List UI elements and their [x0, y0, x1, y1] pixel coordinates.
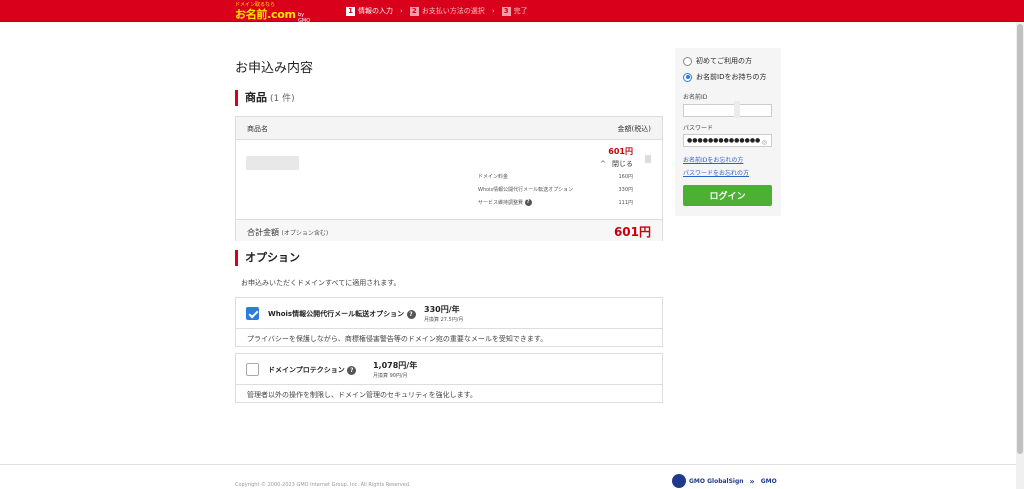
help-icon[interactable]: ? — [524, 199, 532, 206]
step-3-label: 完了 — [513, 7, 528, 15]
onamae-id-input[interactable] — [683, 104, 772, 117]
footer-divider — [0, 464, 1016, 465]
detail-label: ドメイン料金 — [478, 174, 509, 180]
logo-text: お名前.com — [235, 8, 296, 21]
onamae-id-label: お名前ID — [683, 94, 708, 101]
column-product-name: 商品名 — [247, 125, 268, 133]
radio-existing-user[interactable]: お名前IDをお持ちの方 — [683, 72, 766, 82]
redacted-overlay — [734, 101, 740, 118]
step-1-label: 情報の入力 — [358, 7, 393, 15]
chevron-up-icon: ^ — [600, 160, 606, 168]
products-heading: 商品 (1 件) — [235, 90, 295, 106]
step-1-number: 1 — [346, 6, 355, 16]
radio-new-user[interactable]: 初めてご利用の方 — [683, 56, 752, 66]
page-scrollbar[interactable] — [1016, 22, 1024, 489]
detail-value: 160円 — [618, 174, 633, 180]
option-domain-protection: ドメインプロテクション ? 1,078円/年 月換算 90円/月 管理者以外の操… — [235, 353, 663, 403]
step-3: 3 完了 — [501, 6, 528, 16]
option-name: ドメインプロテクション ? — [268, 365, 357, 375]
options-heading: オプション — [235, 250, 300, 266]
option-header: Whois情報公開代行メール転送オプション ? 330円/年 月換算 27.5円… — [236, 298, 662, 329]
option-name-text: Whois情報公開代行メール転送オプション — [268, 310, 405, 318]
option-name: Whois情報公開代行メール転送オプション ? — [268, 309, 416, 319]
total-label-text: 合計金額 — [247, 228, 279, 237]
options-description: お申込みいただくドメインすべてに適用されます。 — [241, 279, 401, 287]
products-count: (1 件) — [270, 94, 295, 104]
option-monthly-price: 月換算 90円/月 — [373, 373, 408, 379]
option-name-text: ドメインプロテクション — [268, 366, 345, 374]
detail-row-whois-option: Whois情報公開代行メール転送オプション 330円 — [478, 186, 633, 193]
globe-icon — [672, 474, 686, 488]
help-icon[interactable]: ? — [347, 365, 357, 375]
product-price: 601円 — [608, 147, 633, 156]
radio-label: お名前IDをお持ちの方 — [696, 73, 767, 81]
detail-row-maintenance-fee: サービス維持調整費 ? 111円 — [478, 199, 633, 206]
detail-label: Whois情報公開代行メール転送オプション — [478, 187, 574, 193]
option-description: 管理者以外の操作を制限し、ドメイン管理のセキュリティを強化します。 — [247, 391, 477, 399]
chevron-right-icon: » — [749, 476, 755, 486]
total-label: 合計金額 (オプション含む) — [247, 227, 328, 238]
domain-protection-checkbox[interactable] — [246, 363, 259, 376]
option-price: 1,078円/年 — [373, 361, 418, 370]
total-amount: 601円 — [613, 225, 651, 239]
step-separator: › — [491, 7, 495, 15]
help-icon[interactable]: ? — [406, 309, 416, 319]
option-price: 330円/年 — [424, 305, 460, 314]
login-button[interactable]: ログイン — [683, 185, 772, 206]
step-3-number: 3 — [501, 6, 511, 16]
footer-copyright: Copyright © 2000-2023 GMO Internet Group… — [235, 482, 411, 488]
option-monthly-price: 月換算 27.5円/月 — [424, 317, 464, 323]
options-heading-label: オプション — [245, 251, 300, 264]
column-price: 金額(税込) — [617, 125, 651, 133]
detail-row-domain-fee: ドメイン料金 160円 — [478, 173, 633, 180]
globalsign-logo[interactable]: GMO GlobalSign — [689, 478, 744, 485]
option-header: ドメインプロテクション ? 1,078円/年 月換算 90円/月 — [236, 354, 662, 385]
login-panel: 初めてご利用の方 お名前IDをお持ちの方 お名前ID パスワード ●●●●●●●… — [675, 48, 781, 216]
page-title: お申込み内容 — [235, 61, 314, 76]
progress-steps: 1 情報の入力 › 2 お支払い方法の選択 › 3 完了 — [346, 4, 528, 18]
step-2-number: 2 — [409, 6, 419, 16]
password-label: パスワード — [683, 125, 714, 132]
product-table: 商品名 金額(税込) 601円 ^ 閉じる ドメイン料金 160円 Whois情報… — [235, 116, 663, 241]
step-2-label: お支払い方法の選択 — [421, 7, 485, 15]
total-row: 合計金額 (オプション含む) 601円 — [236, 219, 662, 241]
products-heading-label: 商品 — [245, 91, 267, 104]
product-name-redacted — [246, 156, 299, 170]
onamae-logo[interactable]: ドメイン取るなら お名前.com by GMO — [235, 1, 315, 24]
option-whois-privacy: Whois情報公開代行メール転送オプション ? 330円/年 月換算 27.5円… — [235, 297, 663, 347]
gmo-logo[interactable]: GMO — [761, 478, 777, 485]
product-table-header: 商品名 金額(税込) — [236, 117, 662, 140]
total-note: (オプション含む) — [281, 230, 329, 237]
detail-value: 111円 — [618, 200, 633, 206]
header-bar: ドメイン取るなら お名前.com by GMO 1 情報の入力 › 2 お支払い… — [0, 0, 1024, 24]
whois-option-checkbox[interactable] — [246, 307, 259, 320]
password-value: ●●●●●●●●●●●●●● — [687, 137, 761, 144]
details-toggle-label: 閉じる — [612, 160, 633, 168]
forgot-id-link[interactable]: お名前IDをお忘れの方 — [683, 155, 743, 164]
password-input[interactable]: ●●●●●●●●●●●●●● ◎ — [683, 134, 772, 147]
detail-value: 330円 — [618, 187, 633, 193]
radio-label: 初めてご利用の方 — [696, 57, 752, 65]
scrollbar-thumb[interactable] — [1017, 24, 1023, 454]
forgot-password-link[interactable]: パスワードをお忘れの方 — [683, 168, 749, 177]
logo-gmo-mark: by GMO — [298, 12, 311, 24]
radio-button[interactable] — [683, 56, 692, 66]
details-toggle-button[interactable]: ^ 閉じる — [600, 159, 633, 169]
eye-icon[interactable]: ◎ — [762, 137, 767, 148]
option-description: プライバシーを保護しながら、商標権侵害警告等のドメイン宛の重要なメールを受知でき… — [247, 335, 548, 343]
detail-label: サービス維持調整費 — [478, 200, 524, 206]
step-1: 1 情報の入力 — [346, 6, 393, 16]
product-list-scrollbar[interactable] — [645, 155, 651, 163]
radio-button[interactable] — [683, 72, 692, 82]
step-separator: › — [400, 7, 403, 15]
footer-logos: GMO GlobalSign » GMO — [672, 474, 777, 488]
step-2: 2 お支払い方法の選択 — [409, 6, 485, 16]
